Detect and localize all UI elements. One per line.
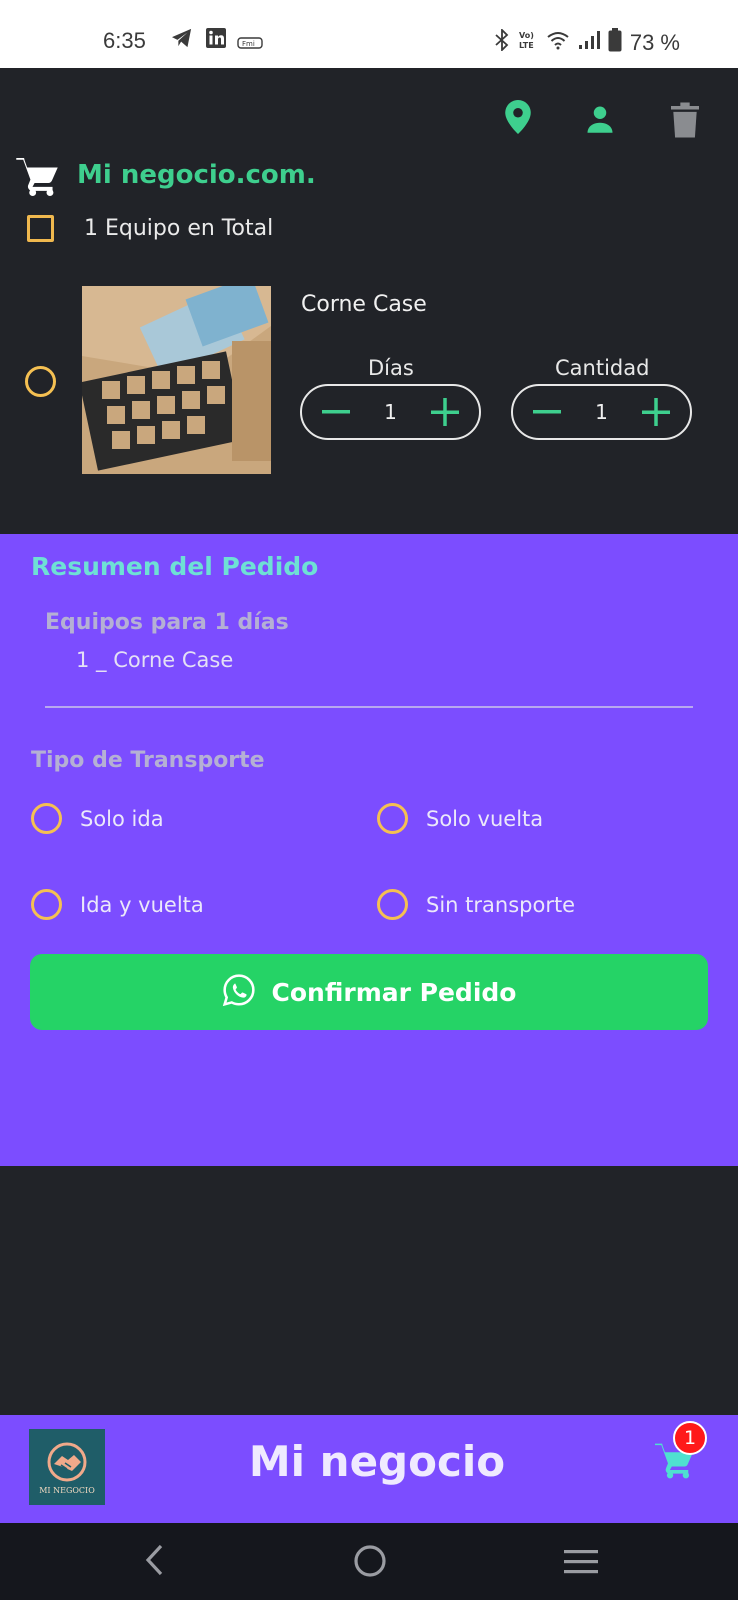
days-value: 1 bbox=[384, 400, 397, 424]
transport-option-label: Solo vuelta bbox=[426, 806, 544, 831]
quantity-increment-button[interactable] bbox=[640, 396, 672, 428]
app-notification-icon: Fmi bbox=[237, 34, 263, 53]
quantity-value: 1 bbox=[595, 400, 608, 424]
radio-button[interactable] bbox=[31, 889, 62, 920]
battery-percentage: 73 % bbox=[629, 30, 680, 55]
total-equipment-label: 1 Equipo en Total bbox=[84, 216, 274, 241]
svg-text:LTE: LTE bbox=[519, 41, 534, 50]
svg-text:Fmi: Fmi bbox=[242, 40, 255, 48]
home-icon[interactable] bbox=[353, 1544, 387, 1582]
back-icon[interactable] bbox=[143, 1543, 167, 1581]
status-bar: 6:35 Fmi Vo) LTE 73 % bbox=[0, 0, 738, 68]
bottom-app-bar: MI NEGOCIO Mi negocio 1 bbox=[0, 1415, 738, 1523]
status-time: 6:35 bbox=[103, 28, 146, 53]
radio-button[interactable] bbox=[377, 803, 408, 834]
days-label: Días bbox=[368, 356, 414, 380]
trash-icon[interactable] bbox=[671, 102, 699, 142]
quantity-stepper: 1 bbox=[511, 384, 692, 440]
svg-text:Vo): Vo) bbox=[519, 31, 534, 40]
battery-icon bbox=[608, 28, 622, 58]
equipment-heading: Equipos para 1 días bbox=[45, 610, 289, 635]
radio-button[interactable] bbox=[377, 889, 408, 920]
quantity-label: Cantidad bbox=[555, 356, 650, 380]
radio-button[interactable] bbox=[31, 803, 62, 834]
item-select-radio[interactable] bbox=[25, 366, 56, 397]
person-icon[interactable] bbox=[585, 104, 615, 138]
confirm-order-label: Confirmar Pedido bbox=[271, 977, 517, 1007]
equipment-line: 1 _ Corne Case bbox=[76, 648, 234, 672]
app-title: Mi negocio bbox=[248, 1437, 506, 1486]
transport-option-sin-transporte[interactable]: Sin transporte bbox=[377, 889, 575, 920]
wifi-icon bbox=[546, 30, 570, 56]
telegram-icon bbox=[171, 28, 193, 52]
transport-option-label: Sin transporte bbox=[426, 892, 576, 917]
recents-menu-icon[interactable] bbox=[564, 1549, 598, 1579]
days-stepper: 1 bbox=[300, 384, 481, 440]
transport-option-label: Ida y vuelta bbox=[80, 892, 204, 917]
cart-icon bbox=[16, 158, 58, 196]
quantity-decrement-button[interactable] bbox=[531, 396, 563, 428]
product-name: Corne Case bbox=[301, 292, 427, 317]
logo-text: MI NEGOCIO bbox=[39, 1485, 95, 1495]
divider bbox=[45, 706, 693, 708]
whatsapp-icon bbox=[222, 973, 256, 1011]
select-all-checkbox[interactable] bbox=[27, 215, 54, 242]
product-image bbox=[82, 286, 271, 474]
location-pin-icon[interactable] bbox=[505, 100, 531, 138]
system-nav-bar bbox=[0, 1523, 738, 1600]
days-decrement-button[interactable] bbox=[320, 396, 352, 428]
status-icons: Vo) LTE 73 % bbox=[494, 27, 680, 58]
transport-option-solo-vuelta[interactable]: Solo vuelta bbox=[377, 803, 543, 834]
bluetooth-icon bbox=[494, 27, 510, 57]
transport-heading: Tipo de Transporte bbox=[31, 748, 265, 773]
brand-title: Mi negocio.com. bbox=[77, 160, 316, 190]
summary-title: Resumen del Pedido bbox=[31, 552, 319, 581]
confirm-order-button[interactable]: Confirmar Pedido bbox=[30, 954, 708, 1030]
transport-option-label: Solo ida bbox=[80, 806, 164, 831]
transport-option-ida-y-vuelta[interactable]: Ida y vuelta bbox=[31, 889, 204, 920]
linkedin-icon bbox=[206, 28, 226, 52]
cart-count-badge: 1 bbox=[673, 1421, 707, 1455]
transport-option-solo-ida[interactable]: Solo ida bbox=[31, 803, 164, 834]
signal-icon bbox=[578, 30, 600, 56]
order-summary-panel: Resumen del Pedido Equipos para 1 días 1… bbox=[0, 534, 738, 1166]
volte-icon: Vo) LTE bbox=[518, 29, 538, 57]
days-increment-button[interactable] bbox=[429, 396, 461, 428]
